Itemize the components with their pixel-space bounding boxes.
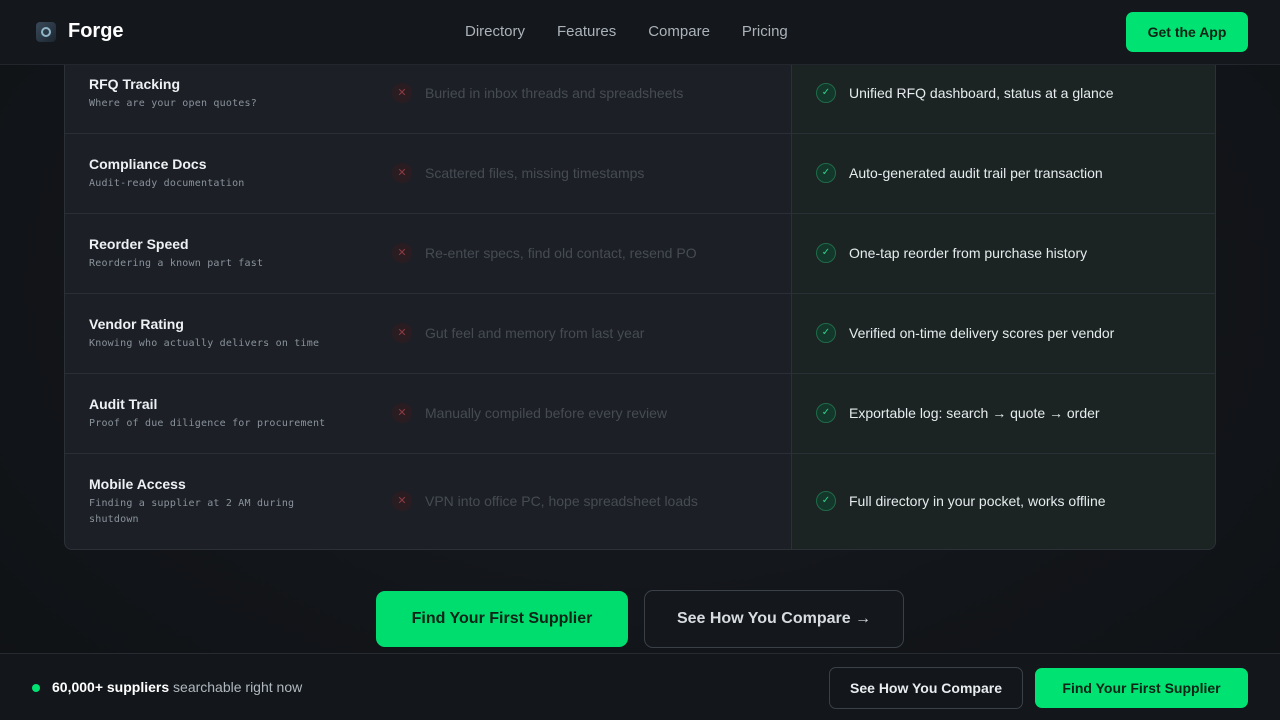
old-way-text: Scattered files, missing timestamps <box>425 165 645 181</box>
check-icon: ✓ <box>816 491 836 511</box>
feature-subtitle: Proof of due diligence for procurement <box>89 418 326 429</box>
old-way-text: Re-enter specs, find old contact, resend… <box>425 245 697 261</box>
get-the-app-button[interactable]: Get the App <box>1126 12 1248 52</box>
check-icon: ✓ <box>816 403 836 423</box>
page: Forge Directory Features Compare Pricing… <box>0 0 1280 720</box>
nav-link-pricing[interactable]: Pricing <box>742 23 788 40</box>
supplier-count: 60,000+ suppliers <box>52 679 170 695</box>
check-icon: ✓ <box>816 83 836 103</box>
see-how-you-compare-button[interactable]: See How You Compare → <box>644 590 904 648</box>
feature-title: RFQ Tracking <box>89 76 181 92</box>
old-way-text: Gut feel and memory from last year <box>425 325 645 341</box>
old-way-text: Buried in inbox threads and spreadsheets <box>425 85 684 101</box>
brand-name: Forge <box>68 20 124 42</box>
forge-logo-icon <box>36 21 56 42</box>
nav-link-features[interactable]: Features <box>557 23 616 40</box>
table-row: Reorder Speed Reordering a known part fa… <box>65 214 1215 294</box>
forge-way-text: Auto-generated audit trail per transacti… <box>849 165 1103 181</box>
feature-title: Mobile Access <box>89 476 186 492</box>
x-icon: ✕ <box>392 403 412 423</box>
feature-title: Vendor Rating <box>89 316 184 332</box>
feature-title: Compliance Docs <box>89 156 207 172</box>
table-row: Mobile Access Finding a supplier at 2 AM… <box>65 454 1215 549</box>
feature-subtitle: Reordering a known part fast <box>89 258 264 269</box>
forge-way-text: Exportable log: search → quote → order <box>849 405 1100 421</box>
comparison-table: RFQ Tracking Where are your open quotes?… <box>64 50 1216 550</box>
nav-link-directory[interactable]: Directory <box>465 23 525 40</box>
feature-subtitle: Audit-ready documentation <box>89 178 245 189</box>
forge-way-text: One-tap reorder from purchase history <box>849 245 1088 261</box>
main-nav: Directory Features Compare Pricing <box>465 23 788 40</box>
table-row: Compliance Docs Audit-ready documentatio… <box>65 134 1215 214</box>
forge-way-text: Full directory in your pocket, works off… <box>849 493 1106 509</box>
find-first-supplier-button[interactable]: Find Your First Supplier <box>376 591 628 647</box>
nav-link-compare[interactable]: Compare <box>648 23 710 40</box>
old-way-text: Manually compiled before every review <box>425 405 667 421</box>
supplier-count-suffix: searchable right now <box>169 679 303 695</box>
feature-title: Reorder Speed <box>89 236 189 252</box>
check-icon: ✓ <box>816 163 836 183</box>
old-way-text: VPN into office PC, hope spreadsheet loa… <box>425 493 698 509</box>
feature-title: Audit Trail <box>89 396 158 412</box>
supplier-count-text: 60,000+ suppliers searchable right now <box>52 679 302 695</box>
feature-subtitle: Finding a supplier at 2 AM during shutdo… <box>89 498 295 525</box>
sticky-bottom-bar: 60,000+ suppliers searchable right now S… <box>0 653 1280 720</box>
check-icon: ✓ <box>816 243 836 263</box>
sticky-compare-button[interactable]: See How You Compare <box>829 667 1023 709</box>
x-icon: ✕ <box>392 83 412 103</box>
forge-way-text: Unified RFQ dashboard, status at a glanc… <box>849 85 1114 101</box>
top-navbar: Forge Directory Features Compare Pricing… <box>0 0 1280 65</box>
forge-way-text: Verified on-time delivery scores per ven… <box>849 325 1115 341</box>
x-icon: ✕ <box>392 163 412 183</box>
table-row: Vendor Rating Knowing who actually deliv… <box>65 294 1215 374</box>
live-status-dot-icon <box>32 684 40 692</box>
x-icon: ✕ <box>392 323 412 343</box>
feature-subtitle: Where are your open quotes? <box>89 98 257 109</box>
check-icon: ✓ <box>816 323 836 343</box>
x-icon: ✕ <box>392 243 412 263</box>
brand-logo[interactable]: Forge <box>36 20 124 43</box>
sticky-find-supplier-button[interactable]: Find Your First Supplier <box>1035 668 1248 708</box>
feature-subtitle: Knowing who actually delivers on time <box>89 338 320 349</box>
table-row: Audit Trail Proof of due diligence for p… <box>65 374 1215 454</box>
x-icon: ✕ <box>392 491 412 511</box>
